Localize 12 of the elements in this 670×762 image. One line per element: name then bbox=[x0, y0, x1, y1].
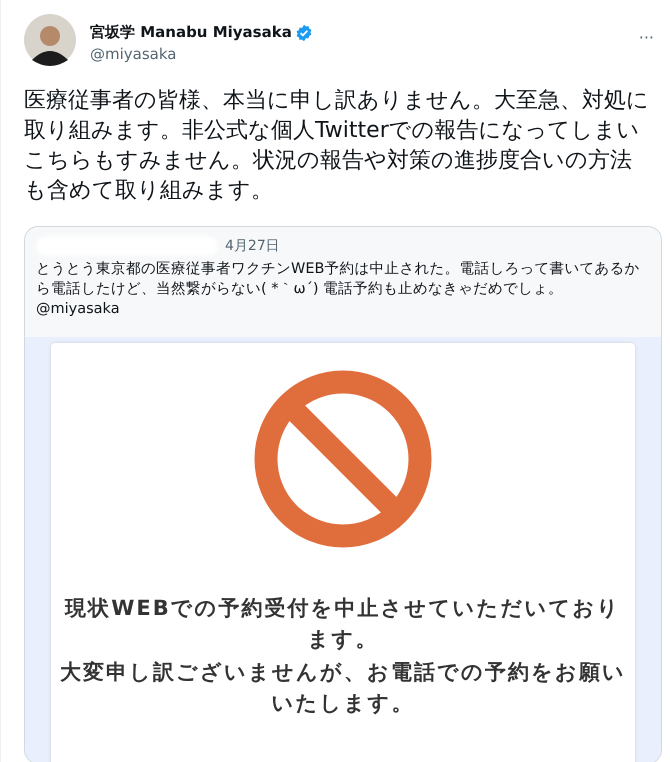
prohibited-icon bbox=[253, 369, 433, 549]
more-menu-button[interactable]: ··· bbox=[634, 14, 658, 47]
quoted-tweet-card[interactable]: 4月27日 とうとう東京都の医療従事者ワクチンWEB予約は中止された。電話しろって書いてあるから電話したけど、当然繋がらない( *｀ω´) 電話予約も止めなきゃだめでしょ。 @miyasaka 現状WEBでの予約受付を中止させていただいております。 大変申し訳ございませんが、お電話での予約をお願いいたします。 bbox=[24, 226, 662, 762]
notice-text: 大変申し訳ございませんが、お電話での予約をお願いいたします。 bbox=[59, 659, 627, 717]
quote-date[interactable]: 4月27日 bbox=[225, 237, 280, 255]
mention-link[interactable]: @miyasaka bbox=[25, 299, 131, 337]
notice-text: 現状WEBでの予約受付を中止させていただいております。 bbox=[64, 595, 622, 653]
avatar[interactable] bbox=[24, 14, 76, 66]
author-handle[interactable]: @miyasaka bbox=[90, 45, 621, 63]
quote-text: とうとう東京都の医療従事者ワクチンWEB予約は中止された。電話しろって書いてあるから電話したけど、当然繋がらない( *｀ω´) 電話予約も止めなきゃだめでしょ。 bbox=[35, 260, 640, 299]
tweet-text: 医療従事者の皆様、本当に申し訳ありません。大至急、対処に取り組みます。非公式な個人Twitterでの報告になってしまいこちらもすみません。状況の報告や対策の進捗度合いの方法も含めて取り組みます。 bbox=[24, 87, 649, 205]
author-name[interactable]: 宮坂学 Manabu Miyasaka bbox=[90, 23, 292, 42]
